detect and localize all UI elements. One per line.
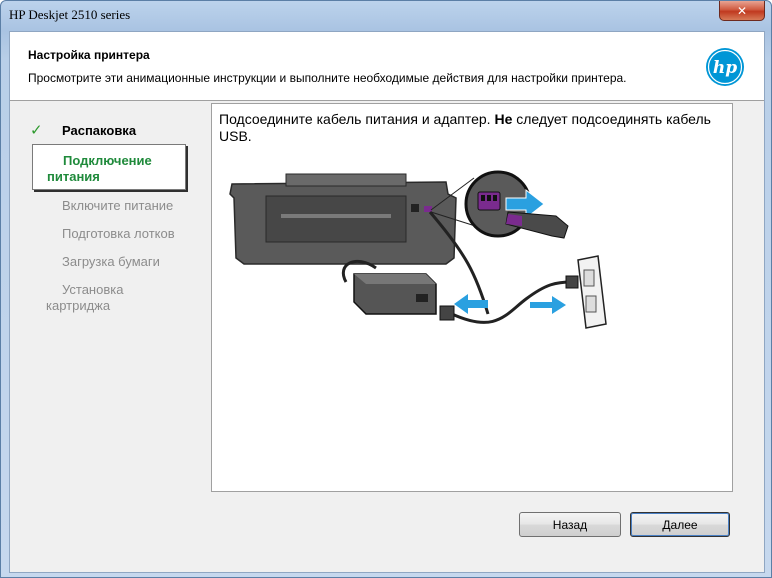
close-button[interactable]: ✕ [719, 1, 765, 21]
checkmark-icon: ✓ [30, 122, 43, 139]
step-connect-power: Подключение питания [32, 144, 186, 190]
page-subtitle: Просмотрите эти анимационные инструкции … [28, 71, 627, 85]
wall-outlet-icon [577, 255, 607, 329]
step-label: Подготовка лотков [62, 226, 175, 241]
step-label: Распаковка [62, 123, 137, 138]
dialog-client: Настройка принтера Просмотрите эти анима… [9, 31, 765, 573]
step-label: Включите питание [62, 198, 174, 213]
setup-window: HP Deskjet 2510 series ✕ Настройка принт… [0, 0, 772, 578]
power-connection-illustration [229, 170, 607, 329]
instruction-emphasis: Не [494, 111, 513, 127]
next-button[interactable]: Далее [630, 512, 730, 537]
instruction-part: Подсоедините кабель питания и адаптер. [219, 111, 495, 127]
steps-sidebar: ✓ Распаковка Подключение питания Включит… [10, 101, 210, 501]
step-label: Установка картриджа [46, 282, 124, 313]
hp-logo-icon: hp [706, 48, 744, 86]
title-bar[interactable]: HP Deskjet 2510 series ✕ [1, 1, 771, 29]
close-icon: ✕ [736, 3, 748, 18]
instruction-panel: Подсоедините кабель питания и адаптер. Н… [211, 103, 733, 492]
hp-logo-text: hp [713, 58, 737, 78]
wizard-header: Настройка принтера Просмотрите эти анима… [10, 32, 764, 101]
arrow-right-icon [530, 296, 566, 314]
instruction-text: Подсоедините кабель питания и адаптер. Н… [219, 111, 719, 145]
page-title: Настройка принтера [28, 48, 150, 62]
step-label: Загрузка бумаги [62, 254, 160, 269]
printer-icon [229, 173, 457, 265]
step-label-current: Подключение питания [47, 153, 152, 184]
back-button[interactable]: Назад [519, 512, 621, 537]
power-adapter-icon [353, 273, 437, 315]
window-title: HP Deskjet 2510 series [9, 7, 131, 22]
